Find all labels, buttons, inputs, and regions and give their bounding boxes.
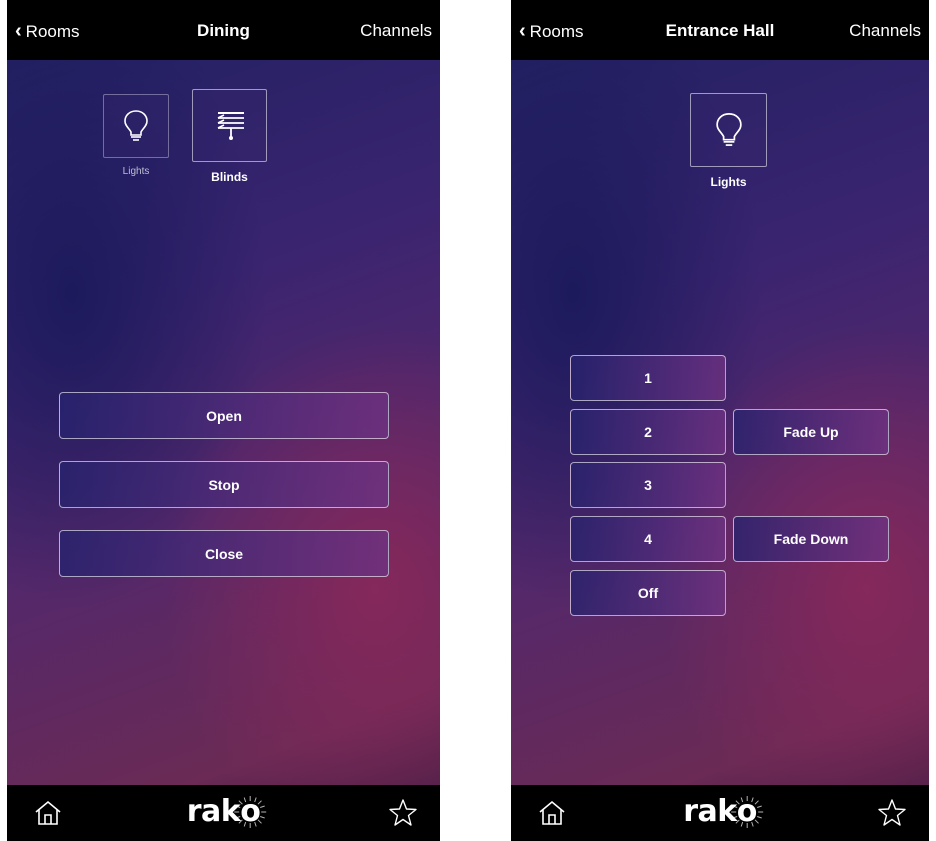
nav-bar: ‹ Rooms Entrance Hall Channels [511,0,929,60]
rako-logo: rak o [187,794,267,829]
logo-o: o [234,794,267,829]
category-lights[interactable]: Lights [103,94,169,177]
close-button[interactable]: Close [59,530,389,577]
favorites-tab[interactable] [388,798,418,833]
scene-4-button[interactable]: 4 [570,516,726,562]
dining-screen: ‹ Rooms Dining Channels Lights Blinds Op… [7,0,440,841]
home-icon [539,800,565,825]
entrance-hall-screen: ‹ Rooms Entrance Hall Channels Lights 1 2… [511,0,929,841]
nav-bar: ‹ Rooms Dining Channels [7,0,440,60]
sunburst-icon [730,796,763,828]
scene-1-button[interactable]: 1 [570,355,726,401]
channels-button[interactable]: Channels [849,21,921,41]
channels-button[interactable]: Channels [360,21,432,41]
scene-3-button[interactable]: 3 [570,462,726,508]
logo-o: o [730,794,763,829]
category-label: Blinds [211,170,248,184]
category-blinds[interactable]: Blinds [192,89,267,184]
fade-up-button[interactable]: Fade Up [733,409,889,455]
category-lights[interactable]: Lights [690,93,767,189]
category-lights-box [690,93,767,167]
category-blinds-box [192,89,267,162]
tab-bar: rak o [511,785,929,841]
star-icon [878,799,906,826]
category-label: Lights [122,166,150,177]
off-button[interactable]: Off [570,570,726,616]
stop-button[interactable]: Stop [59,461,389,508]
fade-down-button[interactable]: Fade Down [733,516,889,562]
blinds-icon [217,111,244,140]
category-lights-box [103,94,169,158]
open-button[interactable]: Open [59,392,389,439]
scene-2-button[interactable]: 2 [570,409,726,455]
bulb-icon [124,110,148,141]
star-icon [389,799,417,826]
home-icon [35,800,61,825]
home-tab[interactable] [537,799,567,832]
sunburst-icon [234,796,267,828]
rako-logo: rak o [683,794,763,829]
tab-bar: rak o [7,785,440,841]
home-tab[interactable] [33,799,63,832]
favorites-tab[interactable] [877,798,907,833]
category-label: Lights [710,175,747,189]
bulb-icon [715,112,742,146]
